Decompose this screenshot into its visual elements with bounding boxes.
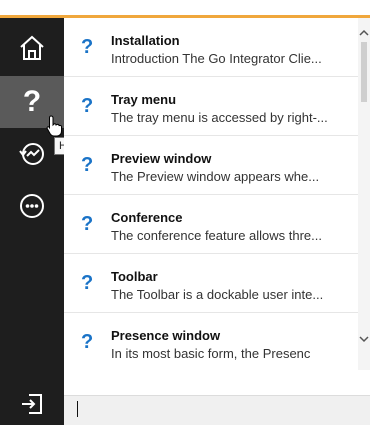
list-item[interactable]: ? Installation Introduction The Go Integ… — [64, 18, 358, 77]
help-topic-icon: ? — [81, 95, 94, 117]
logout-icon — [19, 391, 45, 417]
topic-summary: The Preview window appears whe... — [111, 169, 320, 184]
topic-summary: Introduction The Go Integrator Clie... — [111, 51, 322, 66]
help-topic-icon: ? — [81, 331, 94, 353]
list-item[interactable]: ? Presence window In its most basic form… — [64, 313, 358, 370]
topic-title: Installation — [111, 33, 180, 48]
topic-title: Presence window — [111, 328, 221, 343]
list-item[interactable]: ? Preview window The Preview window appe… — [64, 136, 358, 195]
list-item[interactable]: ? Conference The conference feature allo… — [64, 195, 358, 254]
help-topic-list: ? Installation Introduction The Go Integ… — [64, 18, 358, 370]
topic-title: Conference — [111, 210, 183, 225]
logout-button[interactable] — [0, 384, 64, 424]
list-item[interactable]: ? Toolbar The Toolbar is a dockable user… — [64, 254, 358, 313]
list-item[interactable]: ? Tray menu The tray menu is accessed by… — [64, 77, 358, 136]
search-input[interactable] — [64, 395, 370, 425]
help-topic-icon: ? — [81, 213, 94, 235]
help-topic-icon: ? — [81, 272, 94, 294]
more-button[interactable] — [0, 180, 64, 232]
topic-title: Toolbar — [111, 269, 158, 284]
more-icon — [17, 191, 47, 221]
text-caret — [77, 401, 78, 417]
topic-summary: The conference feature allows thre... — [111, 228, 323, 243]
topic-title: Preview window — [111, 151, 212, 166]
topic-title: Tray menu — [111, 92, 177, 107]
help-topic-icon: ? — [81, 154, 94, 176]
scroll-up-icon[interactable] — [358, 26, 370, 40]
history-icon — [17, 139, 47, 169]
topic-summary: In its most basic form, the Presenc — [111, 346, 311, 361]
scroll-down-icon[interactable] — [358, 332, 370, 346]
topic-summary: The Toolbar is a dockable user inte... — [111, 287, 324, 302]
help-topic-icon: ? — [81, 36, 94, 58]
topic-summary: The tray menu is accessed by right-... — [111, 110, 328, 125]
scrollbar-thumb[interactable] — [361, 42, 367, 102]
home-icon — [17, 33, 47, 63]
navigation-rail: ? — [0, 18, 64, 425]
help-icon: ? — [22, 85, 42, 118]
list-scrollbar[interactable] — [358, 18, 370, 370]
home-button[interactable] — [0, 22, 64, 74]
